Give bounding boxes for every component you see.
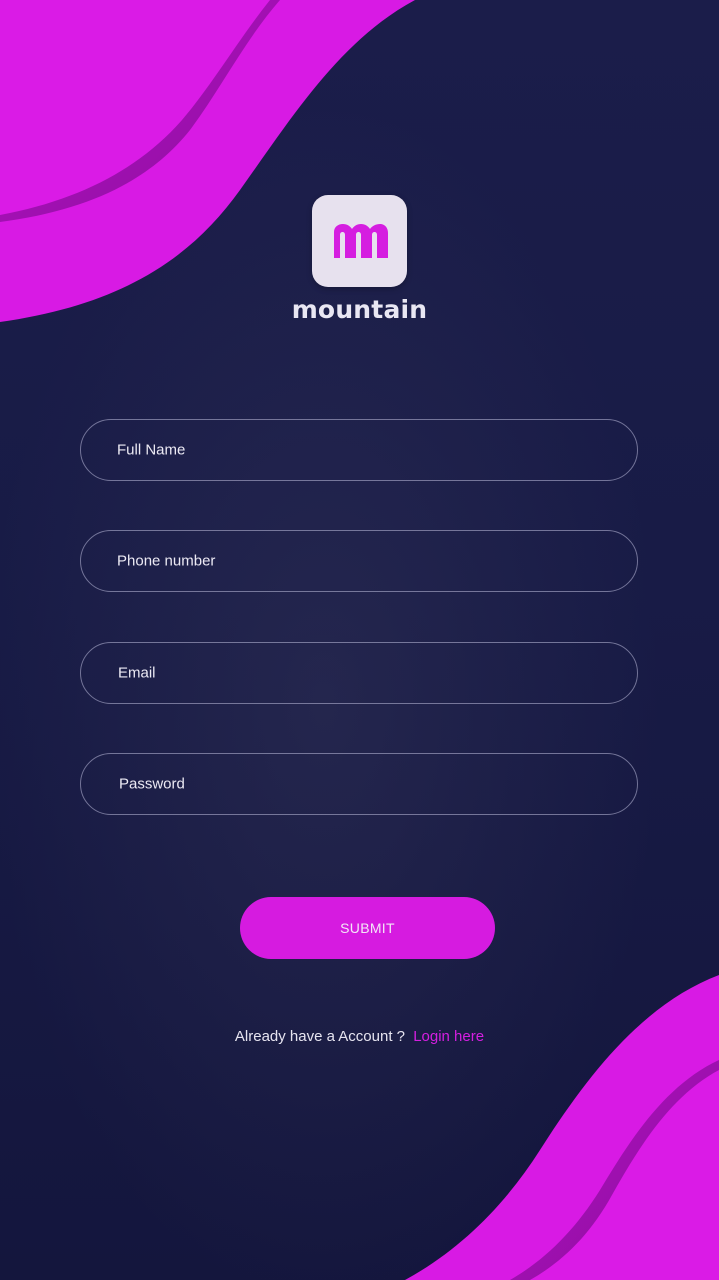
email-placeholder: Email [118,664,156,682]
phone-number-placeholder: Phone number [117,552,216,570]
logo-tile [312,195,407,287]
full-name-field[interactable]: Full Name [80,419,638,481]
brand-name: mountain [291,295,428,324]
login-prompt: Already have a Account ? Login here [0,1028,719,1045]
password-field[interactable]: Password [80,753,638,815]
submit-button[interactable]: SUBMIT [240,897,495,959]
email-field[interactable]: Email [80,642,638,704]
mountain-m-icon [333,224,388,258]
login-here-link[interactable]: Login here [413,1028,484,1045]
phone-number-field[interactable]: Phone number [80,530,638,592]
login-prompt-text: Already have a Account ? [234,1028,406,1045]
decorative-waves [0,0,719,1280]
full-name-placeholder: Full Name [117,441,186,459]
password-placeholder: Password [119,775,185,793]
brand-logo: mountain [0,195,719,324]
